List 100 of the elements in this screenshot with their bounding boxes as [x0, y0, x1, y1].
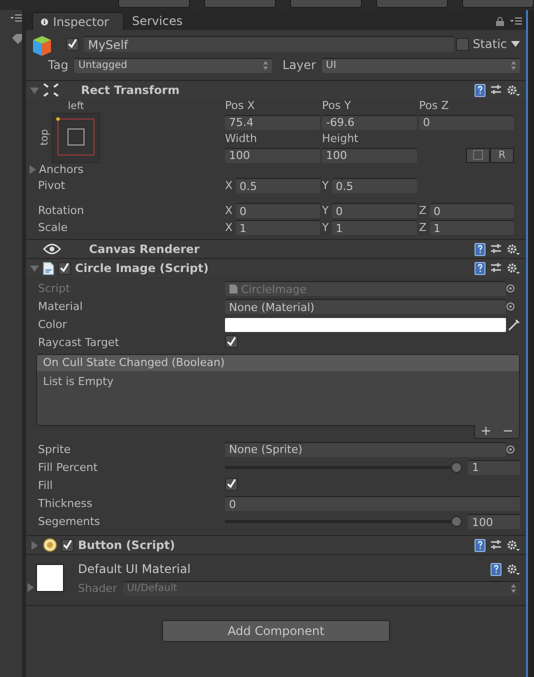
- number-field[interactable]: 0: [419, 114, 514, 130]
- info-icon: [41, 16, 48, 26]
- help-book-icon[interactable]: [474, 262, 486, 274]
- anchor-preset-drawing[interactable]: [52, 113, 100, 163]
- settings-gear-icon[interactable]: [506, 562, 520, 576]
- remove-item-button[interactable]: −: [497, 424, 519, 438]
- axis-label: Y: [322, 204, 329, 217]
- dropdown-arrow-icon[interactable]: [511, 41, 520, 47]
- help-book-icon[interactable]: [474, 84, 486, 96]
- add-item-button[interactable]: +: [475, 424, 497, 438]
- field-label: Segements: [38, 515, 101, 528]
- blueprint-mode-button[interactable]: [466, 148, 490, 163]
- preset-sliders-icon[interactable]: [490, 243, 502, 255]
- component-title: Button (Script): [78, 538, 176, 552]
- number-field[interactable]: 1: [468, 460, 520, 474]
- number-field[interactable]: 0: [236, 203, 320, 218]
- number-field[interactable]: 100: [322, 148, 417, 163]
- settings-gear-icon[interactable]: [506, 262, 520, 274]
- dropdown-arrows-icon: [511, 584, 516, 593]
- axis-label: X: [225, 179, 233, 192]
- material-name: Default UI Material: [78, 562, 192, 576]
- menu-icon[interactable]: [10, 14, 22, 22]
- number-field[interactable]: 100: [468, 514, 520, 529]
- file-icon: [229, 284, 238, 294]
- eyedropper-icon[interactable]: [508, 318, 520, 330]
- name-field[interactable]: MySelf: [84, 36, 454, 52]
- component-title: Rect Transform: [80, 83, 181, 97]
- object-picker-icon[interactable]: [506, 444, 515, 454]
- number-field[interactable]: 1: [236, 220, 320, 235]
- menu-icon[interactable]: [510, 17, 522, 25]
- object-field[interactable]: None (Sprite): [225, 442, 506, 456]
- preset-sliders-icon[interactable]: [490, 262, 502, 274]
- settings-gear-icon[interactable]: [506, 242, 520, 256]
- help-book-icon[interactable]: [490, 562, 502, 576]
- field-label: Anchors: [39, 163, 84, 176]
- field-label: Script: [38, 282, 71, 295]
- raw-edit-button[interactable]: R: [490, 148, 514, 163]
- add-component-button[interactable]: Add Component: [162, 620, 390, 642]
- preset-sliders-icon[interactable]: [490, 84, 502, 96]
- layer-dropdown[interactable]: UI: [322, 58, 520, 72]
- cube-icon: [30, 34, 54, 58]
- checkbox[interactable]: [225, 335, 238, 348]
- checkbox[interactable]: [225, 478, 238, 490]
- color-swatch[interactable]: [225, 318, 506, 332]
- field-label: Pos Y: [322, 99, 352, 112]
- field-label: Scale: [38, 221, 69, 234]
- anchor-arrows-icon: [43, 83, 59, 97]
- help-book-icon[interactable]: [474, 242, 486, 256]
- field-value: None (Material): [229, 300, 314, 314]
- field-label: Width: [225, 132, 258, 146]
- help-book-icon[interactable]: [474, 538, 486, 552]
- number-field[interactable]: 1: [332, 220, 417, 235]
- axis-label: X: [225, 204, 233, 217]
- field-label: Pos X: [225, 99, 256, 112]
- field-label: Raycast Target: [38, 336, 120, 350]
- dotted-square-icon: [473, 150, 483, 160]
- empty-list-text: List is Empty: [43, 374, 114, 388]
- number-field[interactable]: 0: [332, 203, 417, 218]
- panel-tab[interactable]: Inspector: [32, 12, 124, 30]
- tag-icon: [12, 34, 22, 44]
- script-file-icon: [43, 262, 54, 274]
- field-label: Pivot: [38, 179, 66, 192]
- static-label: Static: [472, 37, 507, 51]
- field-label: Fill: [38, 478, 54, 492]
- checkbox[interactable]: [456, 38, 469, 50]
- number-field[interactable]: 0: [430, 203, 514, 218]
- number-field[interactable]: 0.5: [332, 178, 417, 193]
- number-field[interactable]: 0.5: [236, 178, 320, 193]
- axis-label: Y: [322, 179, 329, 192]
- number-field[interactable]: 1: [430, 220, 514, 235]
- field-label: Pos Z: [419, 99, 450, 112]
- slider-thumb[interactable]: [451, 462, 462, 472]
- number-field[interactable]: 0: [225, 496, 520, 511]
- settings-gear-icon[interactable]: [506, 538, 520, 552]
- dropdown-arrows-icon: [263, 61, 268, 70]
- component-title: Circle Image (Script): [75, 261, 210, 275]
- panel-tab[interactable]: Services: [124, 12, 197, 30]
- lock-icon[interactable]: [496, 16, 504, 26]
- layer-label: Layer: [282, 58, 316, 72]
- checkbox[interactable]: [61, 538, 74, 552]
- number-field[interactable]: -69.6: [322, 114, 417, 130]
- number-field[interactable]: 100: [225, 148, 320, 163]
- settings-gear-icon[interactable]: [506, 84, 520, 96]
- field-label: Height: [322, 132, 360, 146]
- axis-label: Z: [419, 221, 427, 234]
- tag-label: Tag: [48, 58, 68, 72]
- component-title: Canvas Renderer: [88, 242, 201, 256]
- material-swatch: [36, 564, 64, 592]
- tag-dropdown[interactable]: Untagged: [74, 58, 272, 72]
- anchor-label: left: [66, 100, 86, 112]
- checkbox[interactable]: [58, 262, 71, 274]
- checkbox[interactable]: [66, 38, 79, 50]
- slider-thumb[interactable]: [451, 516, 462, 527]
- ok-badge-icon: [43, 538, 57, 552]
- eye-icon: [43, 243, 61, 255]
- anchor-label: top: [40, 131, 50, 145]
- axis-label: X: [225, 221, 233, 234]
- object-field[interactable]: None (Material): [225, 299, 506, 314]
- preset-sliders-icon[interactable]: [490, 539, 502, 551]
- number-field[interactable]: 75.4: [225, 114, 320, 130]
